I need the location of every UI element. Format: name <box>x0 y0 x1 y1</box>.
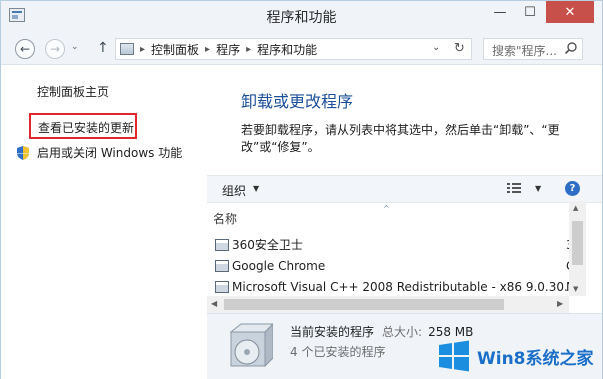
organize-button[interactable]: 组织 <box>222 182 246 199</box>
current-programs-label: 当前安装的程序 <box>290 325 375 339</box>
view-installed-updates-link[interactable]: 查看已安装的更新 <box>29 113 137 139</box>
column-header-name[interactable]: 名称 <box>213 210 237 227</box>
view-dropdown-icon[interactable]: ▼ <box>535 184 541 193</box>
scroll-right-icon[interactable]: ▶ <box>557 299 563 308</box>
view-options-icon[interactable] <box>507 182 521 194</box>
forward-button[interactable]: → <box>45 39 65 59</box>
breadcrumb-separator-icon[interactable]: ▸ <box>246 44 251 55</box>
control-panel-home-link[interactable]: 控制面板主页 <box>37 83 109 100</box>
breadcrumb-programs-and-features[interactable]: 程序和功能 <box>257 41 317 58</box>
command-toolbar: 组织 ▼ ▼ ? <box>207 175 602 203</box>
windows-logo-icon <box>439 340 469 372</box>
recent-locations-icon[interactable]: ⌄ <box>71 42 79 52</box>
maximize-button[interactable]: ☐ <box>516 1 544 23</box>
breadcrumb-separator-icon[interactable]: ▸ <box>140 44 145 55</box>
shield-icon <box>17 145 29 160</box>
programs-window: 程序和功能 — ☐ ✕ ← → ⌄ ↑ ▸ 控制面板 ▸ 程序 ▸ 程序和功能 … <box>0 0 603 379</box>
sort-indicator-icon: ^ <box>383 204 390 213</box>
navigation-bar: ← → ⌄ ↑ ▸ 控制面板 ▸ 程序 ▸ 程序和功能 ⌄ ↻ 搜索"程序... <box>1 31 602 65</box>
scroll-down-icon[interactable]: ▼ <box>573 285 578 293</box>
up-button[interactable]: ↑ <box>97 40 109 56</box>
breadcrumb-control-panel[interactable]: 控制面板 <box>151 41 199 58</box>
refresh-icon[interactable]: ↻ <box>454 41 465 56</box>
minimize-button[interactable]: — <box>486 1 514 23</box>
watermark: Win8系统之家 <box>437 333 603 379</box>
search-placeholder: 搜索"程序... <box>492 44 557 58</box>
help-icon[interactable]: ? <box>565 181 580 196</box>
program-icon <box>215 259 229 272</box>
vertical-scrollbar[interactable]: ▲ ▼ <box>569 201 586 296</box>
address-bar[interactable]: ▸ 控制面板 ▸ 程序 ▸ 程序和功能 ⌄ ↻ <box>115 38 472 60</box>
left-pane: 控制面板主页 查看已安装的更新 启用或关闭 Windows 功能 <box>1 65 207 379</box>
program-icon <box>215 238 229 251</box>
page-description: 若要卸载程序，请从列表中将其选中，然后单击“卸载”、“更改”或“修复”。 <box>241 123 560 154</box>
horizontal-scroll-thumb[interactable] <box>224 299 504 310</box>
program-name: Microsoft Visual C++ 2008 Redistributabl… <box>232 279 576 294</box>
control-panel-icon <box>120 43 134 55</box>
programs-list: ^ 名称 安 360安全卫士 3 Google Chrome G Microso… <box>207 204 602 298</box>
scroll-up-icon[interactable]: ▲ <box>573 204 578 212</box>
search-box[interactable]: 搜索"程序... <box>483 38 583 60</box>
list-item[interactable]: 360安全卫士 <box>215 234 303 255</box>
search-icon[interactable] <box>564 41 578 55</box>
back-button[interactable]: ← <box>15 39 35 59</box>
horizontal-scrollbar[interactable]: ◀ ▶ <box>207 296 569 313</box>
windows-features-link[interactable]: 启用或关闭 Windows 功能 <box>15 144 182 161</box>
windows-features-label: 启用或关闭 Windows 功能 <box>37 146 183 160</box>
breadcrumb-programs[interactable]: 程序 <box>216 41 240 58</box>
address-dropdown-icon[interactable]: ⌄ <box>432 42 440 53</box>
breadcrumb-separator-icon[interactable]: ▸ <box>205 44 210 55</box>
program-name: Google Chrome <box>232 258 326 273</box>
program-icon <box>215 280 229 293</box>
list-item[interactable]: Google Chrome <box>215 255 325 276</box>
installed-count: 4 个已安装的程序 <box>290 345 386 359</box>
total-size-label: 总大小: <box>382 325 423 339</box>
title-bar[interactable]: 程序和功能 — ☐ ✕ <box>1 1 602 31</box>
scroll-left-icon[interactable]: ◀ <box>211 299 217 308</box>
program-name: 360安全卫士 <box>232 238 303 252</box>
list-item[interactable]: Microsoft Visual C++ 2008 Redistributabl… <box>215 276 575 297</box>
installer-package-icon <box>229 323 273 368</box>
watermark-text: Win8系统之家 <box>477 348 594 369</box>
page-title: 卸载或更改程序 <box>241 92 354 111</box>
close-button[interactable]: ✕ <box>546 1 594 23</box>
vertical-scroll-thumb[interactable] <box>572 221 583 265</box>
organize-dropdown-icon[interactable]: ▼ <box>253 184 259 193</box>
